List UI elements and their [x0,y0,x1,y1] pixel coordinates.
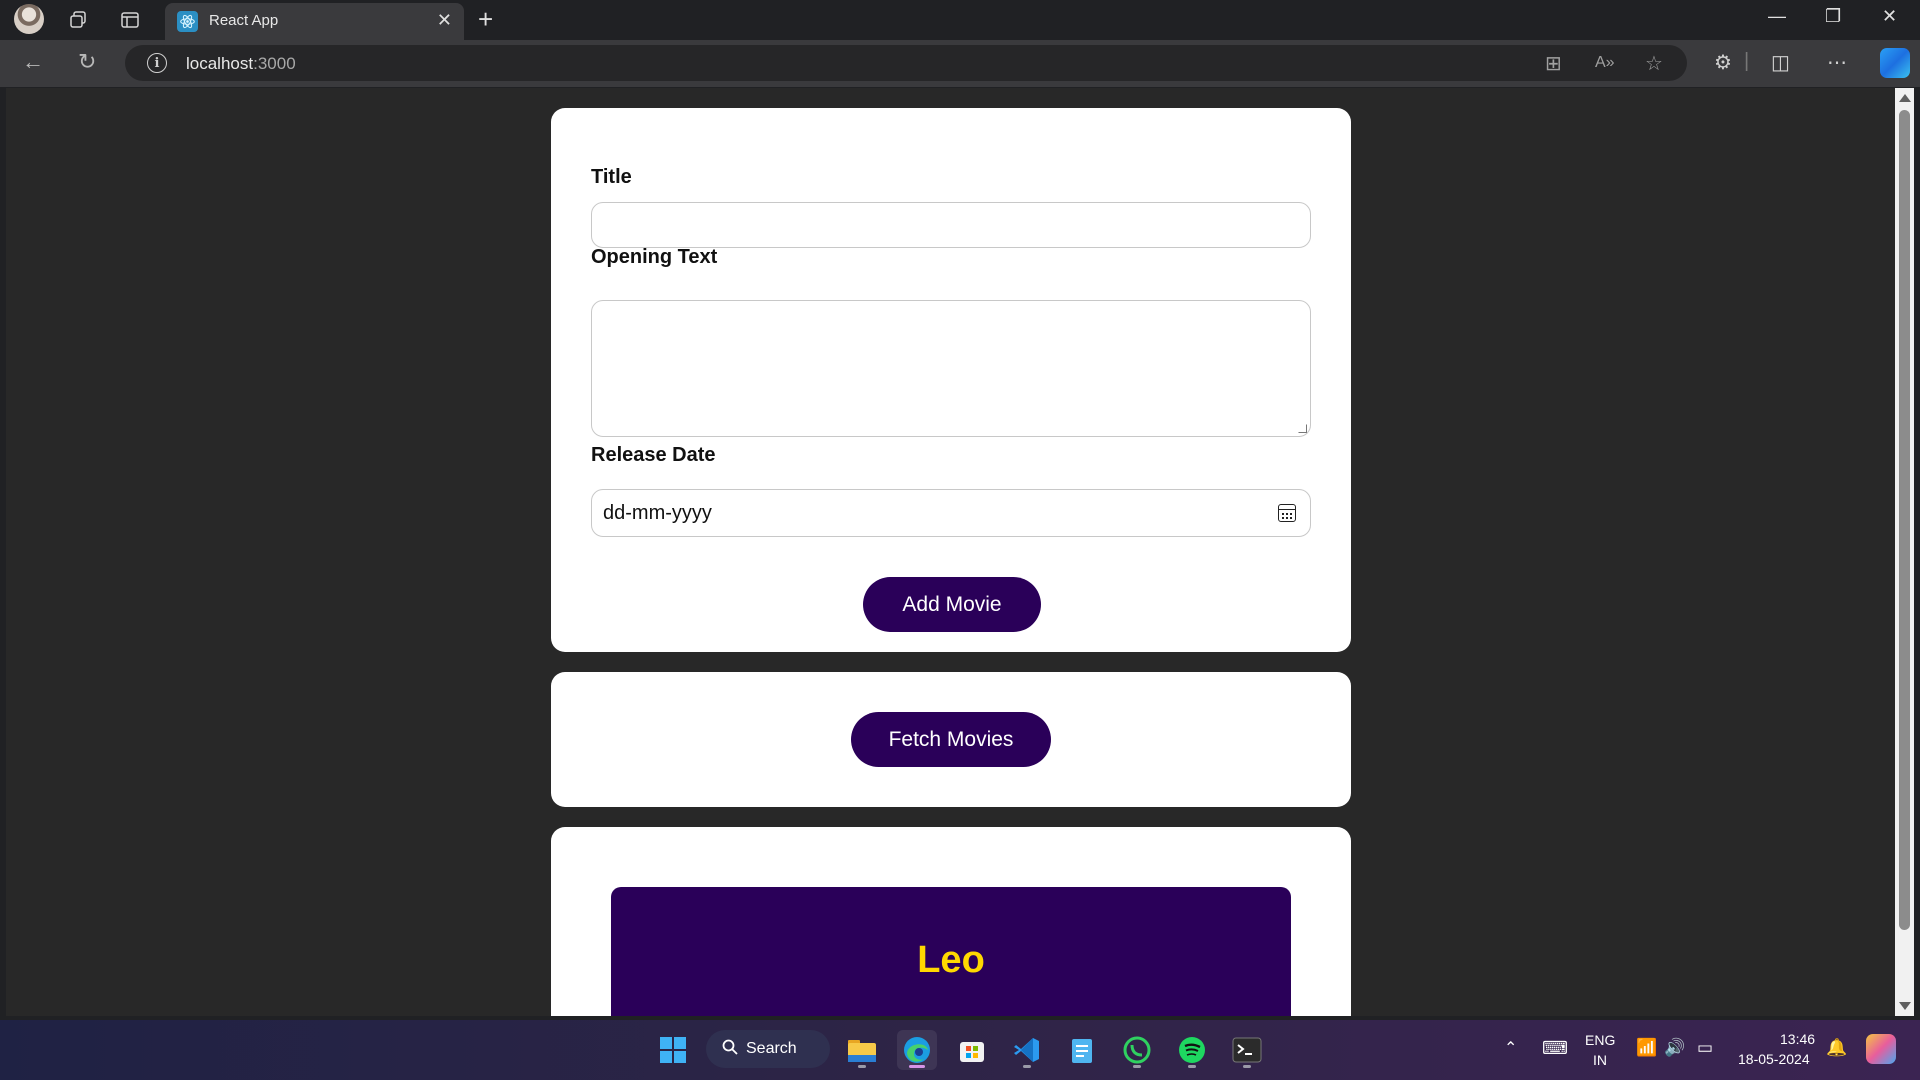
clock-time[interactable]: 13:46 [1780,1031,1815,1047]
clock-date[interactable]: 18-05-2024 [1738,1051,1810,1067]
spotify-icon[interactable] [1172,1030,1212,1070]
split-screen-icon[interactable]: ◫ [1771,50,1790,75]
vscode-icon[interactable] [1007,1030,1047,1070]
release-date-placeholder: dd-mm-yyyy [603,502,712,524]
workspaces-icon[interactable] [64,6,92,34]
app-available-icon[interactable]: ⊞ [1545,51,1562,76]
fetch-card: Fetch Movies [551,672,1351,807]
restore-icon[interactable]: ❐ [1825,6,1841,27]
whatsapp-icon[interactable] [1117,1030,1157,1070]
more-options-icon[interactable]: ⋯ [1827,50,1847,75]
running-indicator [1243,1065,1251,1068]
running-indicator [858,1065,866,1068]
new-tab-icon[interactable]: + [478,4,493,35]
chevron-up-icon[interactable]: ⌃ [1504,1038,1517,1058]
browser-toolbar: ← ↻ i localhost:3000 ⊞ A» ☆ ⚙ | ◫ ⋯ [0,40,1920,87]
notepad-icon[interactable] [1062,1030,1102,1070]
notification-bell-icon[interactable]: 🔔 [1826,1038,1847,1058]
wifi-icon[interactable]: 📶 [1636,1038,1657,1058]
scroll-up-arrow-icon[interactable] [1899,94,1911,102]
release-date-label: Release Date [591,444,716,466]
edge-browser-icon[interactable] [897,1030,937,1070]
active-indicator [909,1065,925,1068]
page-viewport: Title Opening Text Release Date dd-mm-yy… [6,88,1895,1016]
movies-list-card: Leo [551,827,1351,1016]
read-aloud-icon[interactable]: A» [1595,54,1615,72]
address-bar[interactable]: i localhost:3000 ⊞ A» ☆ [125,45,1687,81]
windows-taskbar: Search ⌃ ⌨ ENG IN 📶 🔊 ▭ 13:46 18-05-2024… [0,1020,1920,1080]
vertical-tabs-icon[interactable] [116,6,144,34]
title-label: Title [591,166,632,188]
taskbar-search[interactable]: Search [706,1030,830,1068]
battery-icon[interactable]: ▭ [1697,1038,1713,1058]
calendar-icon[interactable] [1278,504,1296,522]
opening-text-label: Opening Text [591,246,718,268]
refresh-icon[interactable]: ↻ [78,49,96,75]
back-icon[interactable]: ← [22,49,44,75]
close-tab-icon[interactable]: ✕ [437,10,452,31]
start-button[interactable] [653,1030,693,1070]
keyboard-icon[interactable]: ⌨ [1542,1038,1568,1059]
microsoft-store-icon[interactable] [952,1030,992,1070]
copilot-taskbar-icon[interactable] [1866,1034,1896,1064]
terminal-icon[interactable] [1227,1030,1267,1070]
volume-icon[interactable]: 🔊 [1664,1038,1685,1058]
tab-react-app[interactable]: React App ✕ [165,3,464,40]
resize-handle-icon[interactable] [1298,424,1307,433]
scroll-down-arrow-icon[interactable] [1899,1002,1911,1010]
language-top[interactable]: ENG [1585,1032,1615,1048]
url-text[interactable]: localhost:3000 [186,54,296,74]
scroll-thumb[interactable] [1899,110,1910,930]
movie-title: Leo [917,939,985,981]
minimize-icon[interactable]: — [1768,6,1786,27]
fetch-movies-button[interactable]: Fetch Movies [851,712,1051,767]
browser-titlebar: React App ✕ + — ❐ ✕ [0,0,1920,40]
running-indicator [1188,1065,1196,1068]
site-info-icon[interactable]: i [147,53,167,73]
movie-item: Leo [611,887,1291,1016]
windows-logo-icon [660,1037,686,1063]
running-indicator [1023,1065,1031,1068]
add-movie-button[interactable]: Add Movie [863,577,1041,632]
opening-text-textarea[interactable] [591,300,1311,437]
add-movie-form-card: Title Opening Text Release Date dd-mm-yy… [551,108,1351,652]
toolbar-divider: | [1744,50,1750,72]
copilot-icon[interactable] [1880,48,1910,78]
file-explorer-icon[interactable] [842,1030,882,1070]
page-scrollbar[interactable] [1895,88,1914,1016]
extensions-icon[interactable]: ⚙ [1714,50,1732,75]
release-date-input[interactable]: dd-mm-yyyy [591,489,1311,537]
profile-avatar[interactable] [14,4,44,34]
react-icon [177,11,198,32]
favorite-star-icon[interactable]: ☆ [1645,51,1663,76]
url-host: localhost [186,54,254,73]
close-window-icon[interactable]: ✕ [1882,6,1897,27]
language-bottom[interactable]: IN [1593,1052,1607,1068]
tab-title: React App [209,12,279,29]
search-label: Search [746,1040,797,1057]
running-indicator [1133,1065,1141,1068]
url-port: :3000 [253,54,296,73]
search-icon [722,1039,738,1060]
title-input[interactable] [591,202,1311,248]
